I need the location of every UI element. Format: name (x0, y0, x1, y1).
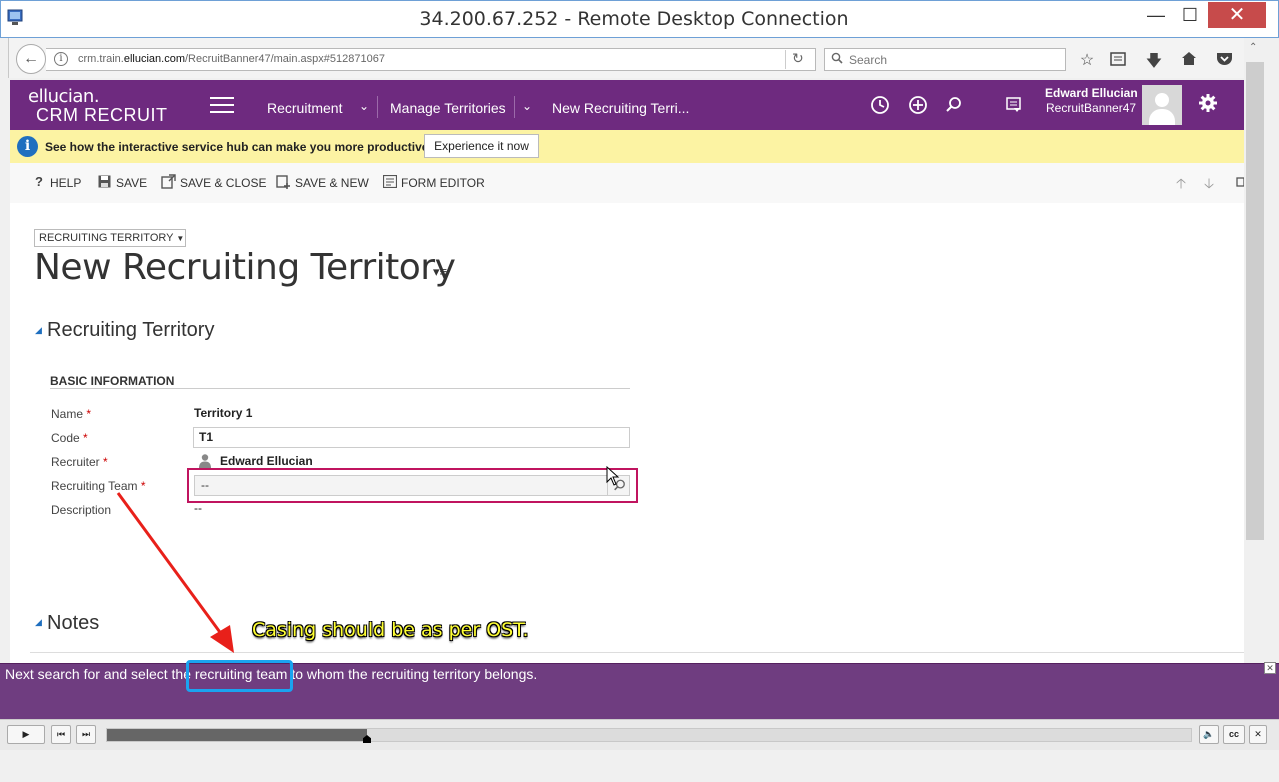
save-and-close-button[interactable]: SAVE & CLOSE (180, 176, 266, 190)
required-marker: * (79, 431, 88, 445)
notification-text: See how the interactive service hub can … (45, 140, 432, 154)
pocket-icon[interactable] (1216, 52, 1233, 66)
user-name[interactable]: Edward Ellucian (1045, 86, 1138, 100)
expand-icon[interactable] (1236, 176, 1244, 188)
closed-captions-icon[interactable]: cc (1223, 725, 1245, 744)
collapse-caret-icon[interactable]: ◢ (35, 617, 42, 628)
page-title: New Recruiting Territory (34, 247, 456, 288)
advanced-find-icon[interactable] (1005, 96, 1023, 114)
next-record-icon[interactable]: 🡣 (1204, 173, 1214, 197)
recruiter-label: Recruiter * (51, 455, 108, 469)
experience-it-now-button[interactable]: Experience it now (424, 134, 539, 158)
help-button[interactable]: HELP (50, 176, 81, 190)
download-icon[interactable]: 🡇 (1143, 50, 1165, 77)
recent-history-icon[interactable] (870, 95, 890, 115)
caret-down-icon: ▼ (176, 234, 185, 243)
recruiting-team-field[interactable]: -- (194, 475, 630, 496)
annotation-arrow (116, 492, 234, 653)
nav-divider (514, 96, 515, 118)
seek-progress (107, 729, 367, 741)
notes-section-title[interactable]: Notes (47, 612, 99, 635)
previous-slide-button[interactable]: ⏮ (51, 725, 71, 744)
subsection-title: BASIC INFORMATION (50, 374, 175, 388)
address-separator (785, 50, 786, 69)
gear-icon[interactable] (1198, 93, 1218, 113)
scroll-up-icon[interactable]: ⌃ (1249, 42, 1257, 53)
reload-icon[interactable]: ↻ (792, 50, 804, 67)
create-new-icon[interactable] (908, 95, 928, 115)
form-selector[interactable]: RECRUITING TERRITORY ▼ (34, 229, 186, 247)
save-button[interactable]: SAVE (116, 176, 147, 190)
code-label: Code * (51, 431, 88, 445)
logo-crm-recruit: CRM RECRUIT (36, 105, 168, 125)
hamburger-menu-icon[interactable] (210, 97, 234, 113)
mouse-cursor-icon (606, 466, 620, 486)
nav-manage-territories[interactable]: Manage Territories (390, 100, 506, 116)
close-window-button[interactable]: ✕ (1208, 2, 1266, 28)
play-button[interactable]: ▶ (7, 725, 45, 744)
name-label: Name * (51, 407, 92, 421)
info-icon: i (17, 136, 38, 157)
volume-icon[interactable]: 🔈 (1199, 725, 1219, 744)
bookmark-star-icon[interactable]: ☆ (1076, 50, 1098, 70)
section-title[interactable]: Recruiting Territory (47, 319, 214, 342)
home-icon[interactable] (1181, 51, 1197, 66)
maximize-button[interactable]: ☐ (1175, 2, 1205, 28)
title-menu-icon[interactable]: ▾≡ (433, 264, 447, 280)
user-icon (199, 454, 211, 468)
description-label: Description (51, 503, 112, 517)
logo-ellucian: ellucian. (28, 86, 100, 107)
scroll-thumb[interactable] (1246, 62, 1264, 540)
search-placeholder: Search (849, 53, 888, 67)
annotation-note: Casing should be as per OST. (252, 619, 529, 641)
url-text[interactable]: crm.train.ellucian.com/RecruitBanner47/m… (78, 53, 385, 65)
nav-new-recruiting-territory[interactable]: New Recruiting Terri... (552, 100, 689, 116)
required-marker: * (99, 455, 108, 469)
reading-list-icon[interactable] (1110, 52, 1126, 66)
divider (50, 388, 630, 389)
save-new-icon[interactable] (276, 174, 291, 189)
nav-divider (377, 96, 378, 118)
collapse-caret-icon[interactable]: ◢ (35, 325, 42, 336)
search-icon (831, 52, 843, 64)
minimize-button[interactable]: — (1141, 2, 1171, 28)
caption-highlight-box (186, 660, 293, 692)
chevron-down-icon[interactable]: ⌄ (522, 99, 532, 113)
help-icon[interactable]: ? (35, 174, 43, 189)
close-player-icon[interactable]: ✕ (1249, 725, 1267, 744)
window-footer (0, 750, 1279, 782)
nav-recruitment[interactable]: Recruitment (267, 100, 342, 116)
save-and-new-button[interactable]: SAVE & NEW (295, 176, 369, 190)
required-marker: * (83, 407, 92, 421)
name-value[interactable]: Territory 1 (194, 406, 252, 420)
close-icon[interactable]: ✕ (1264, 662, 1276, 674)
save-close-icon[interactable] (161, 174, 176, 189)
back-arrow-icon[interactable]: ← (16, 44, 46, 74)
next-slide-button[interactable]: ⏭ (76, 725, 96, 744)
chevron-down-icon[interactable]: ⌄ (359, 99, 369, 113)
form-editor-icon[interactable] (383, 175, 397, 188)
form-editor-button[interactable]: FORM EDITOR (401, 176, 485, 190)
user-org[interactable]: RecruitBanner47 (1046, 101, 1136, 115)
save-icon[interactable] (98, 175, 111, 188)
code-field[interactable]: T1 (193, 427, 630, 448)
window-title: 34.200.67.252 - Remote Desktop Connectio… (419, 8, 849, 30)
search-icon[interactable] (945, 96, 963, 114)
previous-record-icon[interactable]: 🡡 (1176, 173, 1186, 197)
recruiter-value[interactable]: Edward Ellucian (220, 454, 313, 468)
avatar[interactable] (1142, 85, 1182, 125)
info-icon[interactable]: i (54, 52, 68, 66)
